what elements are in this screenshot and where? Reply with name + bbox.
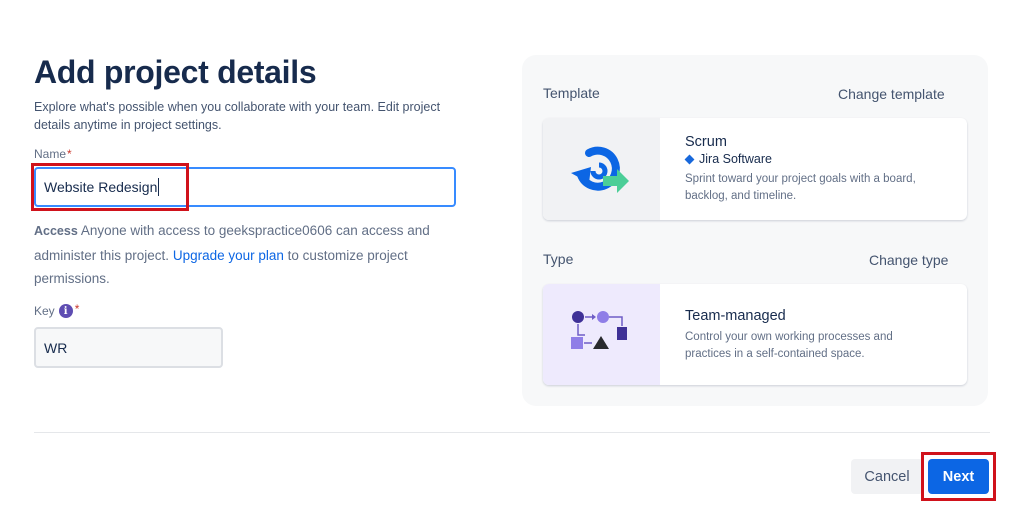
jira-diamond-icon (684, 154, 695, 164)
template-name: Scrum (685, 134, 727, 150)
name-label: Name* (34, 147, 72, 161)
info-icon[interactable]: i (58, 304, 73, 318)
type-section-label: Type (543, 251, 574, 267)
change-type-link[interactable]: Change type (869, 252, 948, 268)
access-label: Access (34, 224, 78, 238)
cancel-button[interactable]: Cancel (851, 459, 923, 494)
upgrade-plan-link[interactable]: Upgrade your plan (173, 248, 284, 263)
type-card[interactable]: Team-managed Control your own working pr… (543, 284, 967, 385)
next-highlight-box (921, 452, 996, 501)
template-description: Sprint toward your project goals with a … (685, 173, 916, 202)
template-section-label: Template (543, 85, 600, 101)
page-title: Add project details (34, 54, 317, 90)
footer-divider (34, 432, 990, 433)
required-mark: * (67, 147, 72, 161)
name-highlight-box (31, 163, 189, 211)
scrum-illustration (543, 118, 660, 220)
key-label: Key i * (34, 302, 80, 318)
template-card[interactable]: Scrum Jira Software Sprint toward your p… (543, 118, 967, 220)
project-key-value: WR (44, 339, 68, 356)
type-name: Team-managed (685, 308, 786, 324)
team-managed-illustration (543, 284, 660, 385)
type-description: Control your own working processes and p… (685, 331, 893, 360)
required-mark: * (74, 302, 80, 316)
project-key-input[interactable]: WR (34, 327, 223, 368)
jira-software-product: Jira Software (684, 152, 925, 166)
page-subtitle: Explore what's possible when you collabo… (34, 100, 441, 132)
access-note: Access Anyone with access to geekspracti… (34, 219, 454, 291)
change-template-link[interactable]: Change template (838, 86, 945, 102)
